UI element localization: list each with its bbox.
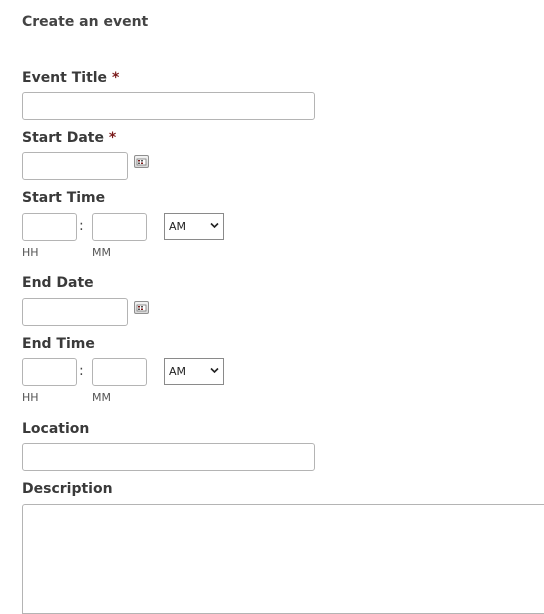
- minute-hint: MM: [92, 246, 111, 259]
- calendar-icon[interactable]: [134, 301, 149, 314]
- ampm-value: AM: [169, 365, 187, 378]
- chevron-down-icon: [210, 367, 219, 374]
- end-time-minute-input[interactable]: [92, 358, 147, 386]
- calendar-icon-glyph: [136, 304, 147, 312]
- end-date-label: End Date: [22, 275, 94, 291]
- hour-hint: HH: [22, 391, 39, 404]
- start-time-ampm-select[interactable]: AM: [164, 213, 224, 240]
- time-separator: :: [79, 218, 84, 234]
- chevron-down-icon: [210, 222, 219, 229]
- event-title-label: Event Title *: [22, 70, 119, 86]
- end-time-ampm-select[interactable]: AM: [164, 358, 224, 385]
- end-time-hour-input[interactable]: [22, 358, 77, 386]
- start-time-minute-input[interactable]: [92, 213, 147, 241]
- ampm-value: AM: [169, 220, 187, 233]
- description-textarea[interactable]: [22, 504, 544, 614]
- description-label: Description: [22, 481, 113, 497]
- minute-hint: MM: [92, 391, 111, 404]
- event-title-label-text: Event Title: [22, 70, 108, 86]
- event-title-input[interactable]: [22, 92, 315, 120]
- required-marker: *: [108, 130, 117, 146]
- time-separator: :: [79, 363, 84, 379]
- location-label: Location: [22, 421, 90, 437]
- start-time-label: Start Time: [22, 190, 106, 206]
- required-marker: *: [111, 70, 120, 86]
- start-time-hour-input[interactable]: [22, 213, 77, 241]
- hour-hint: HH: [22, 246, 39, 259]
- page-heading: Create an event: [22, 14, 149, 30]
- calendar-icon[interactable]: [134, 155, 149, 168]
- location-input[interactable]: [22, 443, 315, 471]
- start-date-input[interactable]: [22, 152, 128, 180]
- end-date-input[interactable]: [22, 298, 128, 326]
- start-date-label-text: Start Date: [22, 130, 104, 146]
- calendar-icon-glyph: [136, 158, 147, 166]
- start-date-label: Start Date *: [22, 130, 116, 146]
- end-time-label: End Time: [22, 336, 95, 352]
